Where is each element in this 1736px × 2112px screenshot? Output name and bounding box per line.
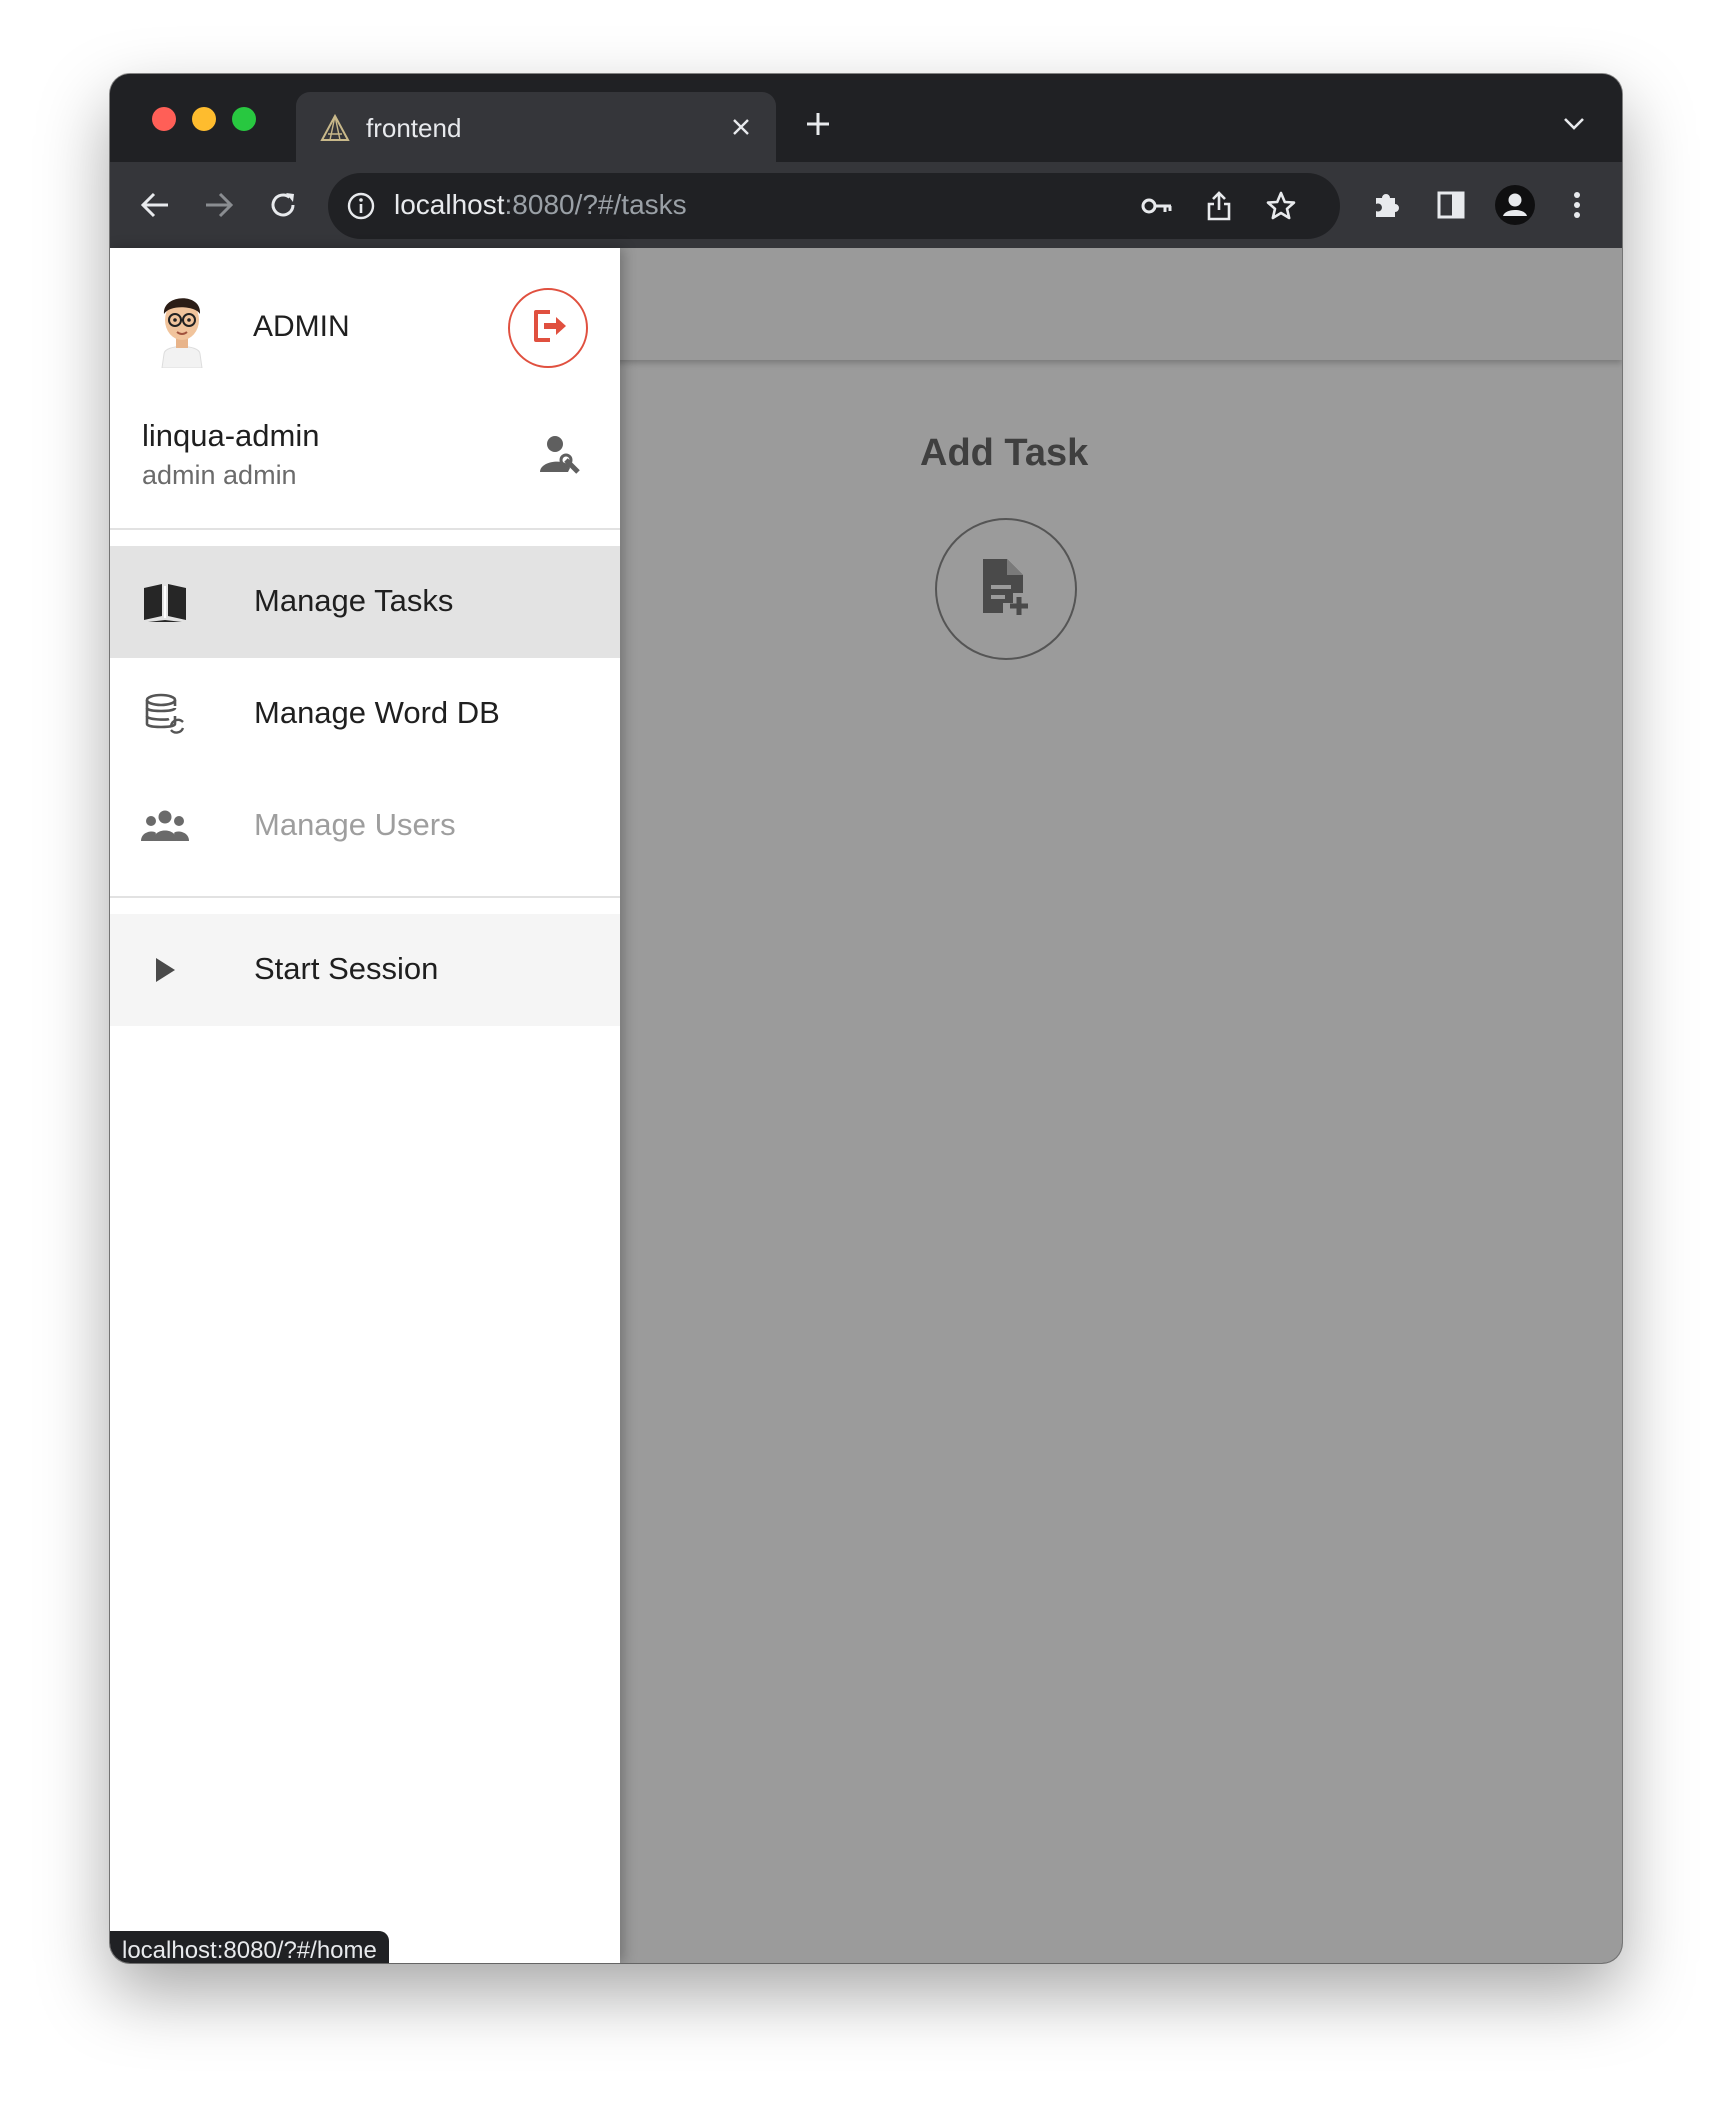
minimize-window-button[interactable] [192,107,216,131]
url-path: :8080/?#/tasks [504,189,687,220]
logout-button[interactable] [508,288,588,368]
url-host: localhost [394,189,505,220]
arrow-right-icon[interactable] [196,182,242,228]
nav-label-manage-tasks: Manage Tasks [254,583,454,618]
book-icon [140,580,190,624]
avatar [150,284,214,369]
plus-icon[interactable] [798,104,838,144]
arrow-left-icon[interactable] [132,182,178,228]
triangle-logo-icon [320,113,350,142]
nav-label-manage-word-db: Manage Word DB [254,695,500,730]
maximize-window-button[interactable] [232,107,256,131]
username: linqua-admin [142,418,320,453]
add-task-title: Add Task [920,432,1089,474]
note-add-icon [979,557,1033,622]
database-sync-icon [140,692,190,736]
key-icon[interactable] [1138,187,1176,225]
play-icon [140,948,190,992]
nav-label-manage-users: Manage Users [254,807,456,842]
reload-icon[interactable] [260,182,306,228]
puzzle-icon[interactable] [1364,182,1410,228]
url-text[interactable]: localhost:8080/?#/tasks [394,189,687,221]
user-wrench-icon[interactable] [538,434,584,476]
info-icon[interactable] [346,191,376,221]
users-icon [140,804,190,848]
browser-window: frontend localhost:8080/?#/tasks Add Tas… [110,74,1622,1963]
status-url-bubble: localhost:8080/?#/home [110,1931,389,1963]
share-icon[interactable] [1200,187,1238,225]
nav-item-manage-word-db[interactable]: Manage Word DB [110,658,620,770]
nav-item-manage-tasks[interactable]: Manage Tasks [110,546,620,658]
drawer-divider [110,528,620,530]
close-icon[interactable] [724,110,758,144]
browser-toolbar: localhost:8080/?#/tasks [110,162,1622,248]
role-label: ADMIN [253,310,350,343]
nav-item-manage-users: Manage Users [110,770,620,882]
tab-frontend[interactable]: frontend [296,92,776,162]
chevron-down-icon[interactable] [1556,106,1592,142]
add-task-button[interactable] [935,518,1077,660]
address-bar[interactable]: localhost:8080/?#/tasks [328,173,1340,239]
kebab-menu-icon[interactable] [1554,182,1600,228]
nav-item-start-session[interactable]: Start Session [110,914,620,1026]
side-panel-icon[interactable] [1428,182,1474,228]
tab-strip: frontend [110,74,1622,162]
nav-label-start-session: Start Session [254,951,439,986]
drawer-divider [110,896,620,898]
close-window-button[interactable] [152,107,176,131]
logout-icon [528,306,568,351]
star-icon[interactable] [1262,187,1300,225]
navigation-drawer: ADMIN linqua-admin admin admin Manage Ta… [110,248,620,1963]
user-full-name: admin admin [142,460,297,490]
profile-icon[interactable] [1492,182,1538,228]
tab-title: frontend [366,113,462,143]
